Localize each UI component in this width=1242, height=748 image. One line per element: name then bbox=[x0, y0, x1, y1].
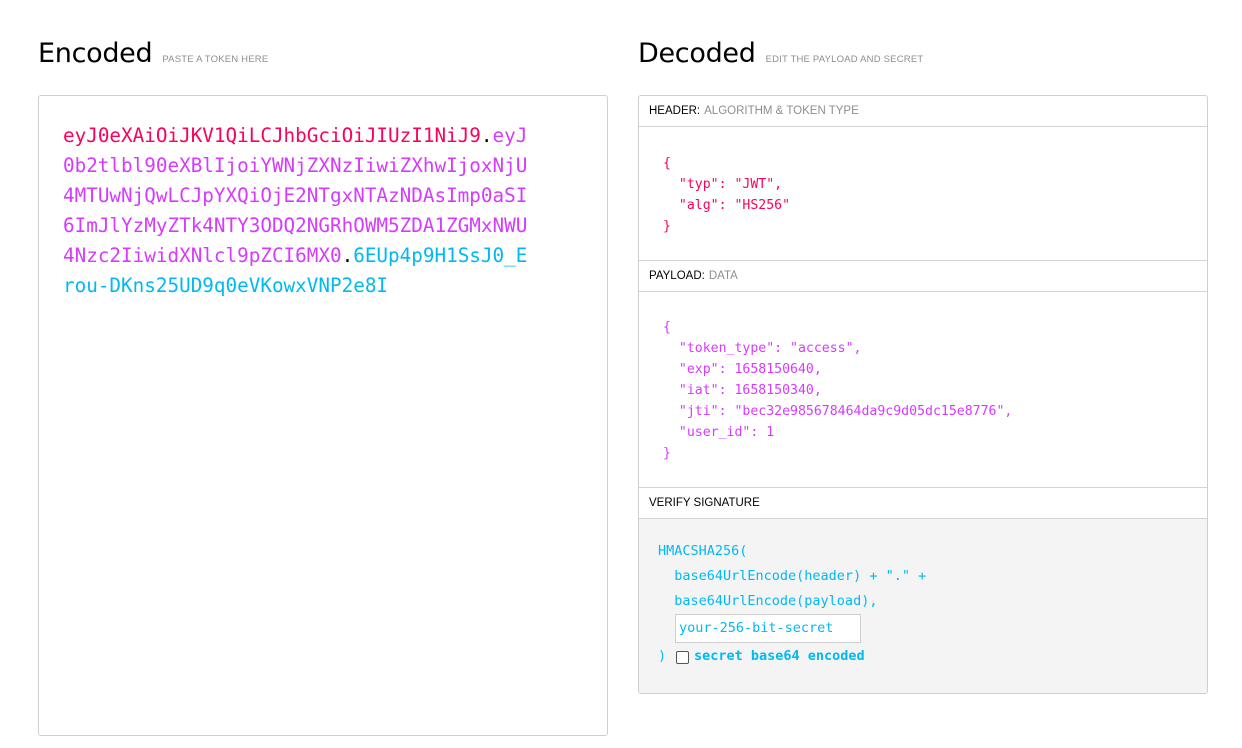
decoded-subtitle: EDIT THE PAYLOAD AND SECRET bbox=[765, 54, 924, 65]
header-json: { "typ": "JWT", "alg": "HS256"} bbox=[663, 153, 790, 237]
payload-section-label: PAYLOAD: bbox=[649, 270, 705, 282]
json-line: { bbox=[663, 320, 671, 335]
signature-section-label: VERIFY SIGNATURE bbox=[649, 497, 760, 509]
secret-base64-checkbox[interactable] bbox=[676, 651, 689, 664]
decoded-panel: HEADER: ALGORITHM & TOKEN TYPE { "typ": … bbox=[638, 95, 1208, 694]
payload-section-sublabel: DATA bbox=[708, 270, 738, 282]
json-line: } bbox=[663, 446, 671, 461]
token-dot: . bbox=[480, 124, 493, 147]
json-line: { bbox=[663, 156, 671, 171]
json-line: "alg": "HS256" bbox=[663, 198, 791, 213]
signature-section-title: VERIFY SIGNATURE bbox=[639, 488, 1207, 519]
decoded-heading-row: Decoded EDIT THE PAYLOAD AND SECRET bbox=[638, 38, 923, 69]
token-header-part: eyJ0eXAiOiJKV1QiLCJhbGciOiJIUzI1NiJ9 bbox=[63, 124, 481, 147]
json-line: "user_id": 1 bbox=[663, 425, 775, 440]
header-json-editor[interactable]: { "typ": "JWT", "alg": "HS256"} bbox=[639, 128, 1207, 260]
json-line: "jti": "bec32e985678464da9c9d05dc15e8776… bbox=[663, 404, 1013, 419]
encoded-heading-row: Encoded PASTE A TOKEN HERE bbox=[38, 38, 268, 69]
signature-line-payload: base64UrlEncode(payload), bbox=[658, 593, 878, 609]
json-line: "iat": 1658150340, bbox=[663, 383, 822, 398]
payload-section-title: PAYLOAD: DATA bbox=[639, 261, 1207, 292]
signature-line-header: base64UrlEncode(header) + "." + bbox=[658, 568, 927, 584]
payload-json-editor[interactable]: { "token_type": "access", "exp": 1658150… bbox=[639, 292, 1207, 486]
header-section-title: HEADER: ALGORITHM & TOKEN TYPE bbox=[639, 96, 1207, 127]
header-section-sublabel: ALGORITHM & TOKEN TYPE bbox=[704, 105, 859, 117]
secret-input[interactable]: your-256-bit-secret bbox=[675, 614, 861, 643]
json-line: "token_type": "access", bbox=[663, 341, 862, 356]
encoded-subtitle: PASTE A TOKEN HERE bbox=[162, 54, 269, 65]
json-line: } bbox=[663, 219, 671, 234]
encoded-title: Encoded bbox=[38, 38, 153, 69]
json-line: "typ": "JWT", bbox=[663, 177, 783, 192]
encoded-token: eyJ0eXAiOiJKV1QiLCJhbGciOiJIUzI1NiJ9.eyJ… bbox=[63, 121, 538, 301]
token-dot: . bbox=[341, 244, 354, 267]
signature-close-paren: ) bbox=[658, 648, 667, 664]
payload-json: { "token_type": "access", "exp": 1658150… bbox=[663, 317, 1012, 464]
header-section-label: HEADER: bbox=[649, 105, 701, 117]
signature-line-hmac: HMACSHA256( bbox=[658, 543, 748, 559]
secret-base64-label[interactable]: secret base64 encoded bbox=[694, 648, 865, 664]
decoded-title: Decoded bbox=[638, 38, 756, 69]
json-line: "exp": 1658150640, bbox=[663, 362, 822, 377]
encoded-token-textarea[interactable]: eyJ0eXAiOiJKV1QiLCJhbGciOiJIUzI1NiJ9.eyJ… bbox=[38, 95, 608, 736]
